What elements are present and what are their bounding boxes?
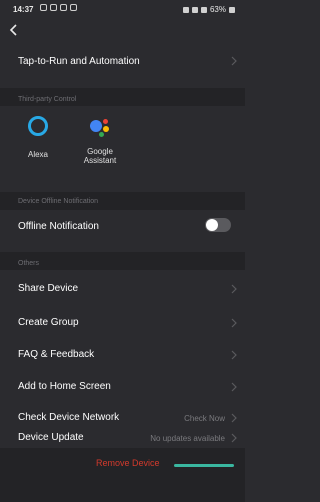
chevron-right-icon: [231, 382, 237, 392]
remove-device-label: Remove Device: [96, 458, 160, 468]
toggle-knob: [206, 219, 218, 231]
message-icon: [50, 4, 57, 11]
check-network-label: Check Device Network: [18, 412, 120, 423]
assistant-label-google: Google Assistant: [78, 147, 122, 165]
create-group-row[interactable]: Create Group: [0, 308, 245, 336]
device-update-row[interactable]: Device Update No updates available: [0, 432, 245, 448]
google-label-line1: Google: [87, 147, 113, 156]
chevron-right-icon: [231, 318, 237, 328]
faq-feedback-label: FAQ & Feedback: [18, 349, 95, 360]
tap-to-run-row[interactable]: Tap-to-Run and Automation: [0, 48, 245, 74]
system-icons: 63%: [182, 5, 235, 14]
circle-icon: [60, 4, 67, 11]
assistant-alexa[interactable]: Alexa: [24, 116, 52, 159]
check-network-value: Check Now: [184, 414, 225, 423]
back-arrow-icon[interactable]: [7, 22, 21, 38]
share-device-label: Share Device: [18, 283, 79, 294]
section-title-others: Others: [18, 260, 40, 267]
notification-icons: [40, 4, 77, 11]
chevron-right-icon: [231, 350, 237, 360]
remove-device-button[interactable]: Remove Device: [0, 452, 245, 476]
mute-icon: [191, 6, 198, 13]
create-group-label: Create Group: [18, 317, 79, 328]
chevron-right-icon: [231, 413, 237, 423]
tap-to-run-label: Tap-to-Run and Automation: [18, 56, 140, 67]
share-device-row[interactable]: Share Device: [0, 274, 245, 302]
add-home-row[interactable]: Add to Home Screen: [0, 372, 245, 400]
mail-icon: [40, 4, 47, 11]
assistant-label-alexa: Alexa: [27, 150, 48, 159]
status-time: 14:37: [13, 5, 34, 14]
add-home-label: Add to Home Screen: [18, 381, 111, 392]
status-bar: 14:37 63%: [0, 0, 245, 18]
alexa-icon: [28, 116, 48, 136]
chevron-right-icon: [231, 433, 237, 443]
section-title-third-party: Third-party Control: [18, 96, 77, 103]
battery-percent: 63%: [209, 5, 226, 14]
chevron-right-icon: [231, 56, 237, 66]
chevron-right-icon: [231, 284, 237, 294]
battery-icon: [229, 6, 235, 13]
google-assistant-icon: [88, 116, 112, 138]
section-offline: Device Offline Notification: [0, 192, 245, 210]
assistant-google[interactable]: Google Assistant: [78, 116, 122, 165]
section-title-offline: Device Offline Notification: [18, 198, 99, 205]
google-label-line2: Assistant: [83, 156, 117, 165]
check-network-row[interactable]: Check Device Network Check Now: [0, 404, 245, 430]
device-update-label: Device Update: [18, 432, 84, 443]
gesture-bar: [174, 464, 234, 467]
offline-notification-label: Offline Notification: [18, 221, 99, 232]
wifi-icon: [200, 6, 207, 13]
faq-feedback-row[interactable]: FAQ & Feedback: [0, 340, 245, 368]
device-update-value: No updates available: [150, 434, 225, 443]
lock-icon: [182, 6, 189, 13]
section-others: Others: [0, 252, 245, 270]
app-icon: [70, 4, 77, 11]
offline-notification-toggle[interactable]: [205, 218, 231, 232]
section-third-party: Third-party Control: [0, 88, 245, 106]
